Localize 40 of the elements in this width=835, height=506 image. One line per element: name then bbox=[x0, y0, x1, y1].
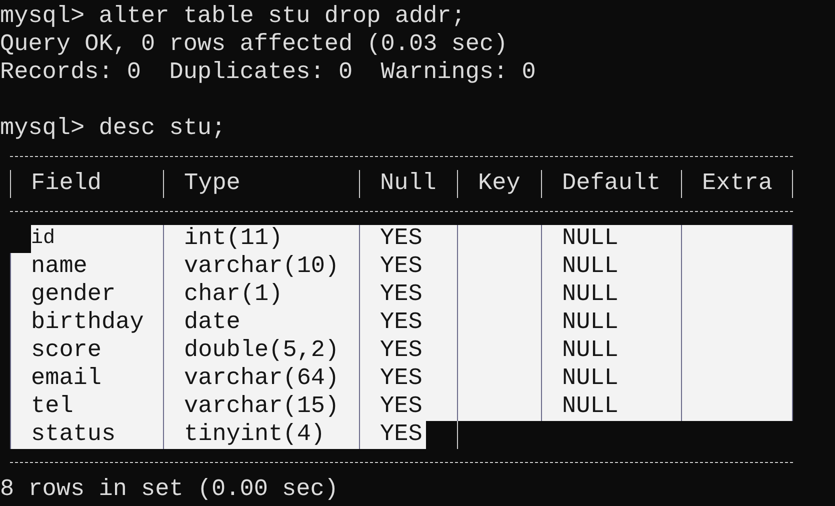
column-header: Default bbox=[541, 170, 681, 198]
column-header: Null bbox=[359, 170, 457, 198]
terminal-line: 8 rows in set (0.00 sec) bbox=[0, 476, 340, 504]
table-cell: gender bbox=[10, 281, 163, 309]
table-cell: NULL bbox=[541, 281, 681, 309]
table-cell: NULL bbox=[541, 225, 681, 253]
column-header: Extra bbox=[681, 170, 793, 198]
table-cell: email bbox=[10, 365, 163, 393]
table-cell: date bbox=[163, 309, 359, 337]
table-cell: YES bbox=[359, 393, 457, 421]
column-header: Type bbox=[163, 170, 359, 198]
table-cell: NULL bbox=[541, 337, 681, 365]
table-cell: varchar(10) bbox=[163, 253, 359, 281]
table-cell: NULL bbox=[541, 309, 681, 337]
table-cell: tel bbox=[10, 393, 163, 421]
table-cell: YES bbox=[359, 365, 457, 393]
table-cell: int(11) bbox=[163, 225, 359, 253]
table-cell: score bbox=[10, 337, 163, 365]
table-cell: varchar(64) bbox=[163, 365, 359, 393]
terminal-line: Query OK, 0 rows affected (0.03 sec) bbox=[0, 31, 509, 59]
terminal-line: Records: 0 Duplicates: 0 Warnings: 0 bbox=[0, 59, 537, 87]
table-cell: YES bbox=[359, 253, 457, 281]
table-cell: varchar(15) bbox=[163, 393, 359, 421]
table-cell: tinyint(4) bbox=[163, 421, 359, 449]
table-cell: YES bbox=[359, 337, 457, 365]
table-cell: NULL bbox=[541, 253, 681, 281]
table-cell: char(1) bbox=[163, 281, 359, 309]
column-header: Field bbox=[10, 170, 163, 198]
terminal-line: mysql> alter table stu drop addr; bbox=[0, 3, 466, 31]
table-cell: birthday bbox=[10, 309, 163, 337]
column-header: Key bbox=[457, 170, 541, 198]
table-cell: name bbox=[10, 253, 163, 281]
terminal-line: mysql> desc stu; bbox=[0, 115, 227, 143]
table-cell: YES bbox=[359, 225, 457, 253]
table-cell: YES bbox=[359, 281, 457, 309]
table-cell: double(5,2) bbox=[163, 337, 359, 365]
table-cell: status bbox=[10, 421, 163, 449]
table-cell: YES bbox=[359, 309, 457, 337]
table-cell: NULL bbox=[541, 365, 681, 393]
table-cell: NULL bbox=[541, 393, 681, 421]
